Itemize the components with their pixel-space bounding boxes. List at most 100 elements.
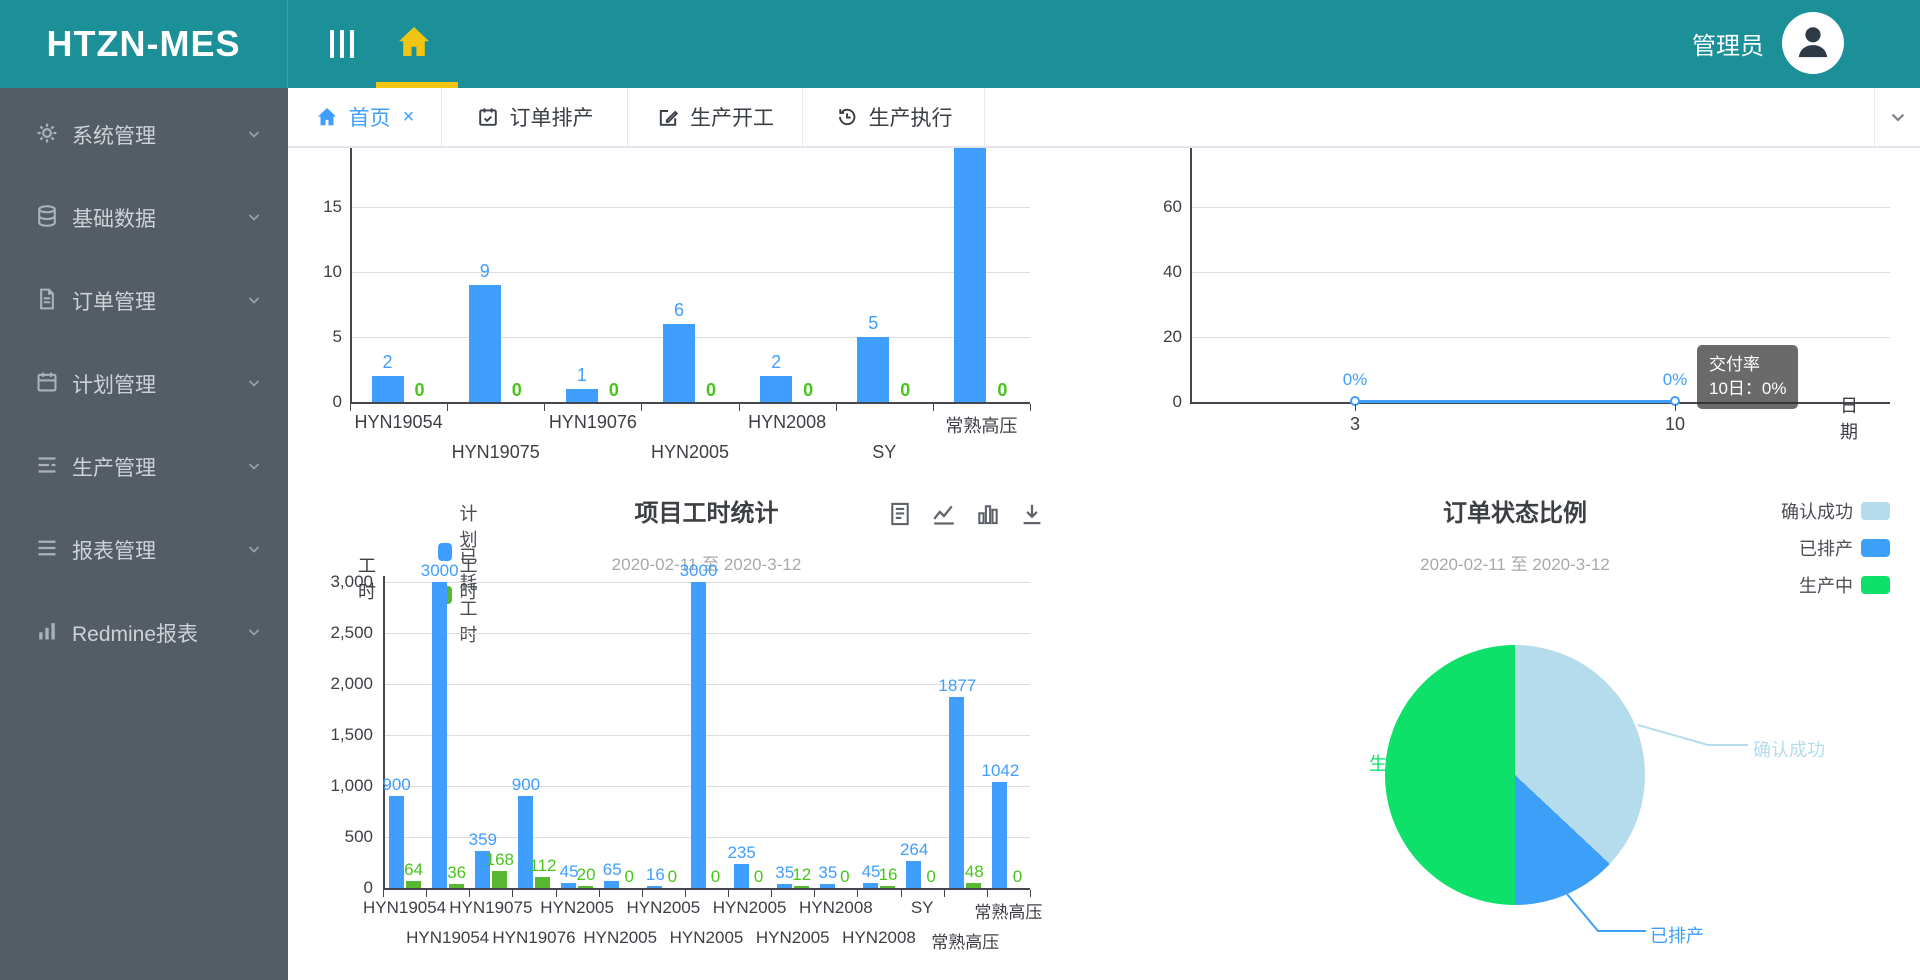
sidebar-item-2[interactable]: 基础数据 (0, 193, 288, 241)
gridline (383, 786, 1030, 787)
x-axis-tick (512, 890, 513, 897)
gridline (350, 272, 1030, 273)
x-category-label: HYN19076 (533, 412, 653, 433)
sidebar-item-3[interactable]: 订单管理 (0, 276, 288, 324)
home-nav-icon[interactable] (394, 22, 438, 66)
x-axis-tick (544, 404, 545, 411)
chevron-down-icon (244, 456, 264, 476)
bar-value-label-green: 0 (502, 380, 532, 401)
bar-planned (857, 337, 889, 402)
chart-icon (34, 618, 60, 644)
user-avatar[interactable] (1782, 12, 1844, 74)
bar-value-label: 1877 (929, 676, 985, 696)
toolbox-bar-chart-icon[interactable] (974, 500, 1002, 528)
y-axis-tick-label: 2,000 (311, 674, 373, 694)
x-axis-tick (556, 890, 557, 897)
legend-item-生产中[interactable]: 生产中 (1678, 572, 1890, 598)
tab-label: 首页 (349, 102, 391, 132)
y-axis-tick-label: 0 (1142, 392, 1182, 412)
sidebar-item-6[interactable]: 报表管理 (0, 525, 288, 573)
chevron-down-icon (244, 622, 264, 642)
point-value-label: 0% (1645, 370, 1705, 390)
tooltip-series-name: 交付率 (1709, 353, 1786, 377)
y-axis-tick-label: 10 (306, 262, 342, 282)
sidebar-item-label: 系统管理 (72, 120, 156, 150)
bar-value-label: 900 (369, 775, 425, 795)
x-axis-tick-label: 10 (1645, 414, 1705, 435)
x-axis-tick (447, 404, 448, 411)
x-category-label: HYN2008 (727, 412, 847, 433)
bar-value-label-green: 0 (696, 380, 726, 401)
x-axis-tick (685, 890, 686, 897)
x-category-label: HYN2005 (630, 442, 750, 463)
bar-consumed-hours (406, 881, 421, 888)
bar-value-label: 264 (886, 840, 942, 860)
x-axis-tick (350, 404, 351, 411)
close-tab-icon[interactable]: × (403, 106, 415, 129)
sidebar-item-label: 基础数据 (72, 203, 156, 233)
legend-label: 已排产 (1799, 535, 1853, 561)
x-axis-tick (1030, 404, 1031, 411)
bar-value-label: 1 (562, 365, 602, 386)
collapse-sidebar-icon[interactable] (326, 28, 362, 60)
tab-生产开工[interactable]: 生产开工 (628, 88, 803, 146)
tab-label: 订单排产 (510, 102, 594, 132)
bar-consumed-hours (966, 883, 981, 888)
history-icon (835, 105, 859, 129)
gear-icon (34, 120, 60, 146)
legend-item-已排产[interactable]: 已排产 (1678, 535, 1890, 561)
y-axis-tick-label: 2,500 (311, 623, 373, 643)
calendar-check-icon (476, 105, 500, 129)
x-axis-tick (987, 890, 988, 897)
sidebar-item-4[interactable]: 计划管理 (0, 359, 288, 407)
point-value-label: 0% (1325, 370, 1385, 390)
x-axis-tick (383, 890, 384, 897)
tab-首页[interactable]: 首页 × (288, 88, 442, 146)
bar-planned (566, 389, 598, 402)
y-axis-tick-label: 0 (311, 878, 373, 898)
series-line (1355, 400, 1675, 403)
sidebar-item-label: 生产管理 (72, 452, 156, 482)
bar-planned (663, 324, 695, 402)
y-axis-tick-label: 1,500 (311, 725, 373, 745)
sidebar-item-label: Redmine报表 (72, 618, 198, 648)
bar-value-label: 1042 (972, 761, 1028, 781)
app-window: HTZN-MES 管理员 系统管理基础数据订单管理计划管理生产管理报表管理Red… (0, 0, 1920, 980)
bar-planned (469, 285, 501, 402)
bar-value-label-green: 0 (987, 380, 1017, 401)
pie-slice-label-确认成功: 确认成功 (1753, 736, 1873, 762)
toolbox-download-icon[interactable] (1018, 500, 1046, 528)
legend-label: 生产中 (1799, 572, 1853, 598)
toolbox-line-chart-icon[interactable] (930, 500, 958, 528)
bar-value-label-green: 0 (793, 380, 823, 401)
chart-subtitle: 2020-02-11 至 2020-3-12 (1328, 550, 1702, 575)
y-axis-tick-label: 1,000 (311, 776, 373, 796)
x-axis-tick-label: 3 (1325, 414, 1385, 435)
tab-订单排产[interactable]: 订单排产 (442, 88, 628, 146)
sidebar-item-7[interactable]: Redmine报表 (0, 608, 288, 656)
x-category-label: 常熟高压 (910, 928, 1020, 953)
bar-planned-hours (949, 697, 964, 888)
gridline (383, 633, 1030, 634)
sidebar-item-1[interactable]: 系统管理 (0, 110, 288, 158)
x-axis-tick (642, 890, 643, 897)
x-category-label: HYN19054 (339, 412, 459, 433)
chevron-down-icon (244, 124, 264, 144)
toolbox-data-view-icon[interactable] (886, 500, 914, 528)
bar-planned (954, 148, 986, 402)
y-axis-tick-label: 500 (311, 827, 373, 847)
legend-swatch (1861, 502, 1890, 520)
tab-overflow-chevron-down-icon[interactable] (1874, 88, 1920, 146)
user-name[interactable]: 管理员 (1692, 26, 1764, 61)
tab-生产执行[interactable]: 生产执行 (803, 88, 985, 146)
legend-item-确认成功[interactable]: 确认成功 (1678, 498, 1890, 524)
chevron-down-icon (244, 539, 264, 559)
x-axis-line (383, 888, 1030, 890)
sidebar-item-5[interactable]: 生产管理 (0, 442, 288, 490)
bar-value-label-green: 0 (405, 380, 435, 401)
x-axis-tick (739, 404, 740, 411)
bar-value-label-green: 0 (989, 867, 1045, 887)
x-axis-tick (426, 890, 427, 897)
x-axis-tick (857, 890, 858, 897)
y-axis-tick-label: 20 (1142, 327, 1182, 347)
